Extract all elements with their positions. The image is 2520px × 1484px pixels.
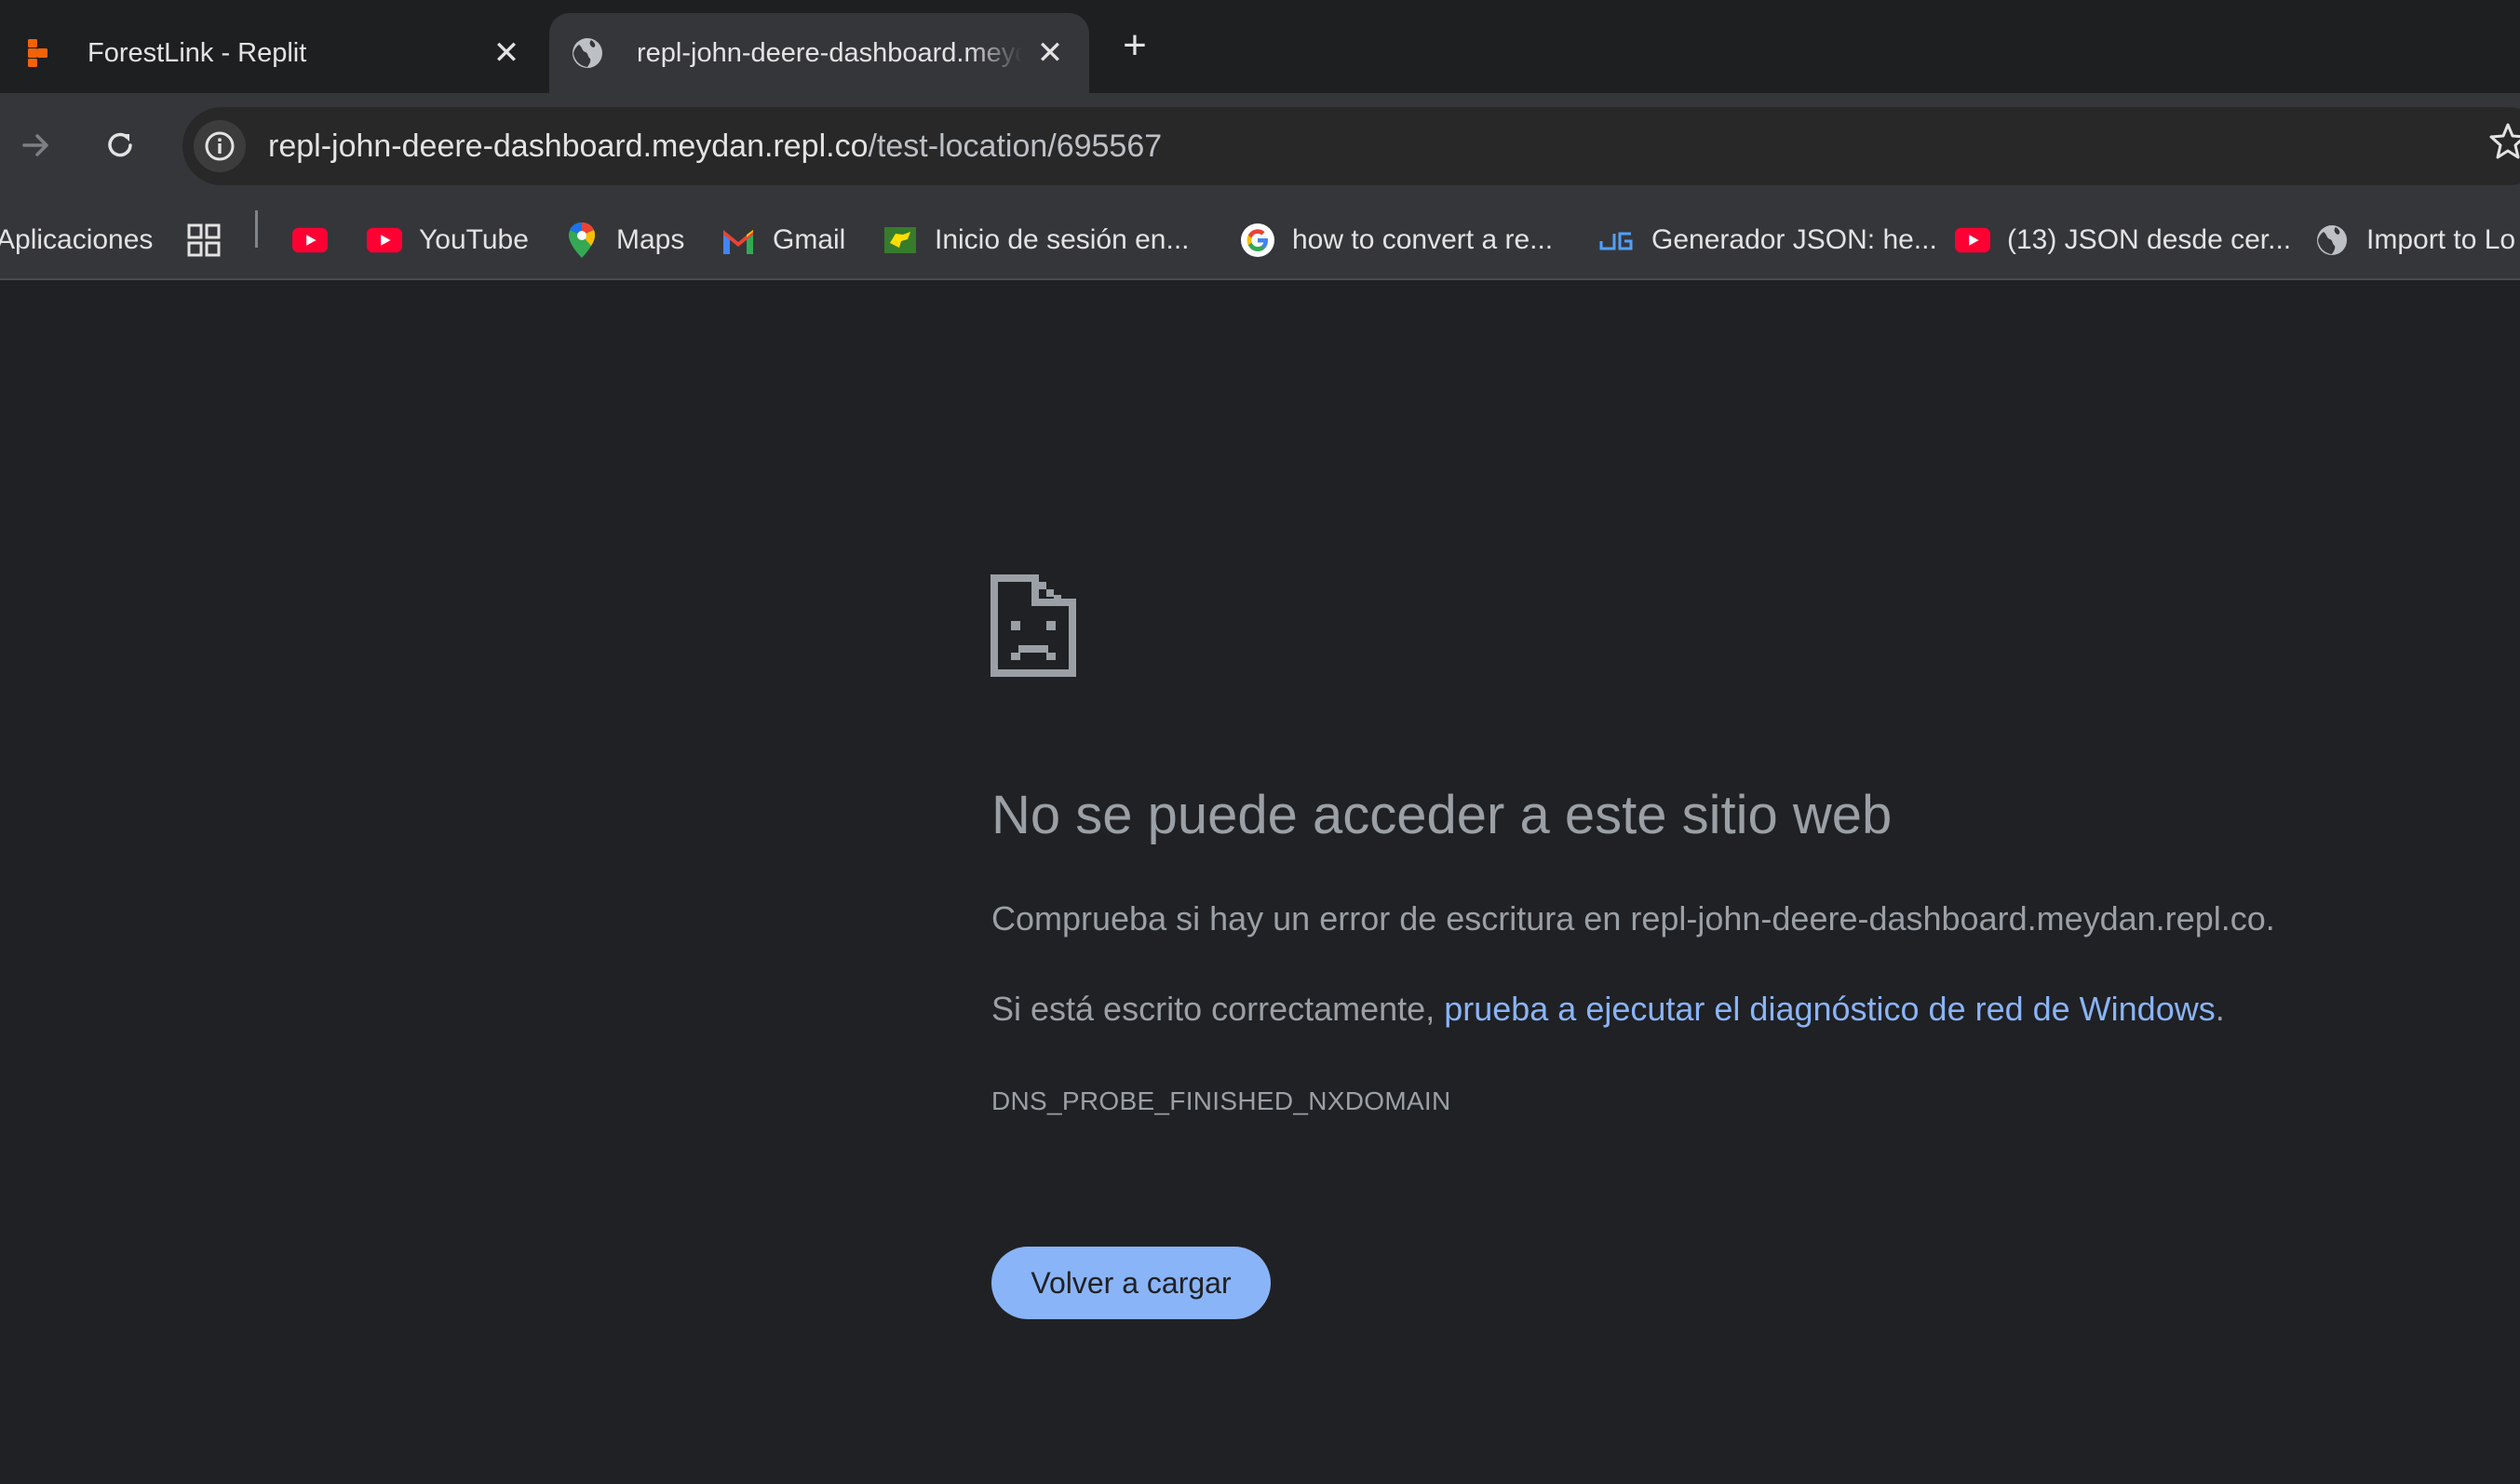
bookmark-json-desde-cero[interactable]: (13) JSON desde cer... <box>1955 200 2291 280</box>
youtube-icon <box>292 223 328 258</box>
bookmark-gmail[interactable]: Gmail <box>721 200 845 280</box>
maps-pin-icon <box>564 223 600 258</box>
json-generator-icon <box>1599 223 1635 258</box>
tab-title: repl-john-deere-dashboard.meydan.repl.co… <box>637 37 1022 68</box>
globe-icon <box>2314 223 2350 258</box>
gmail-icon <box>721 223 756 258</box>
bookmark-generador-json[interactable]: Generador JSON: he... <box>1599 200 1937 280</box>
diagnostics-prefix: Si está escrito correctamente, <box>991 990 1445 1028</box>
tab-forestlink-replit[interactable]: ForestLink - Replit ✕ <box>0 13 546 93</box>
bookmark-youtube[interactable]: YouTube <box>367 200 529 280</box>
replit-icon <box>20 35 56 71</box>
bookmark-aplicaciones[interactable]: Aplicaciones <box>0 200 153 280</box>
youtube-icon <box>1955 223 1990 258</box>
youtube-icon <box>367 223 402 258</box>
apps-grid-button[interactable] <box>186 200 222 280</box>
bookmark-import-to-lo[interactable]: Import to Lo <box>2314 200 2515 280</box>
bookmark-label: Maps <box>616 224 685 255</box>
diagnostics-suffix: . <box>2215 990 2225 1028</box>
bookmark-label: Generador JSON: he... <box>1651 224 1937 255</box>
forward-arrow-icon[interactable] <box>7 116 65 174</box>
google-icon <box>1240 223 1275 258</box>
error-code: DNS_PROBE_FINISHED_NXDOMAIN <box>991 1086 1451 1115</box>
bookmark-youtube-icon-only[interactable] <box>292 200 328 280</box>
bookmark-label: Import to Lo <box>2366 224 2516 255</box>
new-tab-icon[interactable]: + <box>1113 24 1156 67</box>
bookmark-label: Inicio de sesión en... <box>935 224 1190 255</box>
site-info-icon[interactable] <box>194 120 246 172</box>
bookmark-google-search[interactable]: how to convert a re... <box>1240 200 1553 280</box>
run-network-diagnostics-link[interactable]: prueba a ejecutar el diagnóstico de red … <box>1444 990 2216 1028</box>
bookmark-label: how to convert a re... <box>1292 224 1554 255</box>
bookmarks-bar: Aplicaciones YouTube Maps Gmail Inicio d… <box>0 200 2520 280</box>
address-bar[interactable]: repl-john-deere-dashboard.meydan.repl.co… <box>182 107 2520 185</box>
john-deere-icon <box>883 223 918 258</box>
bookmark-maps[interactable]: Maps <box>564 200 684 280</box>
bookmark-john-deere[interactable]: Inicio de sesión en... <box>883 200 1190 280</box>
sad-document-icon <box>990 574 1076 677</box>
reload-button[interactable]: Volver a cargar <box>991 1247 1271 1319</box>
close-tab-icon[interactable]: ✕ <box>488 34 525 72</box>
bookmark-label: Gmail <box>773 224 846 255</box>
globe-icon <box>570 35 605 71</box>
tab-repl-john-deere-dashboard[interactable]: repl-john-deere-dashboard.meydan.repl.co… <box>549 13 1089 93</box>
apps-grid-icon <box>186 223 222 258</box>
reload-icon[interactable] <box>91 116 149 174</box>
bookmarks-divider <box>255 210 258 248</box>
url-text[interactable]: repl-john-deere-dashboard.meydan.repl.co… <box>268 107 1162 185</box>
close-tab-icon[interactable]: ✕ <box>1031 34 1069 72</box>
bookmark-label: YouTube <box>419 224 529 255</box>
tab-strip: ForestLink - Replit ✕ repl-john-deere-da… <box>0 0 2520 93</box>
url-path: /test-location/695567 <box>868 128 1163 164</box>
toolbar: repl-john-deere-dashboard.meydan.repl.co… <box>0 93 2520 200</box>
bookmark-label: Aplicaciones <box>0 224 154 255</box>
bookmark-label: (13) JSON desde cer... <box>2007 224 2292 255</box>
bookmark-star-icon[interactable] <box>2487 121 2520 162</box>
error-suggestion-typo: Comprueba si hay un error de escritura e… <box>991 899 2275 938</box>
error-suggestion-diagnostics: Si está escrito correctamente, prueba a … <box>991 990 2225 1029</box>
browser-window: ForestLink - Replit ✕ repl-john-deere-da… <box>0 0 2520 1484</box>
url-host: repl-john-deere-dashboard.meydan.repl.co <box>268 128 869 164</box>
tab-title: ForestLink - Replit <box>88 37 307 68</box>
error-title: No se puede acceder a este sitio web <box>991 785 1893 845</box>
